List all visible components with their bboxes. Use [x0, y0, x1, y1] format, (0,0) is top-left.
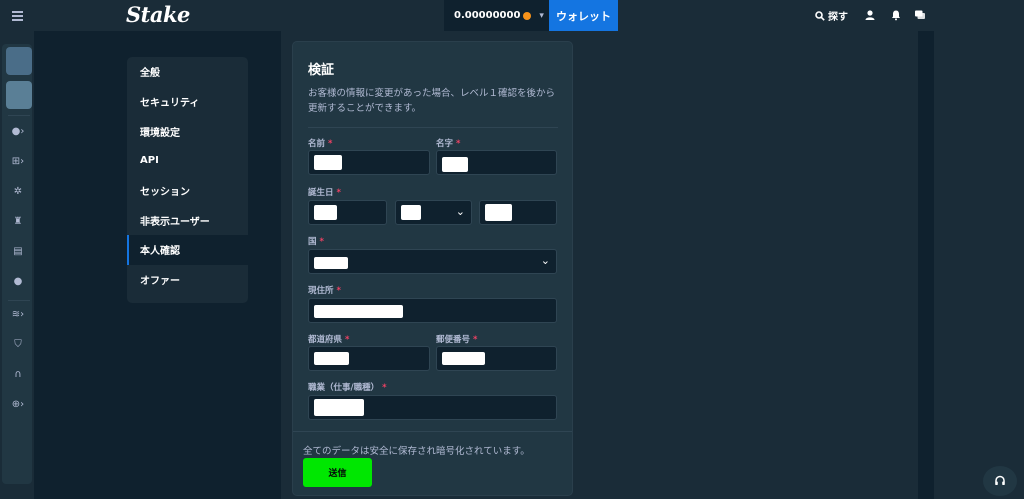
- first-name-field[interactable]: [308, 150, 430, 175]
- last-name-field[interactable]: [436, 150, 557, 175]
- last-name-label: 名字 *: [436, 139, 461, 149]
- shield-icon[interactable]: ⛉: [11, 337, 25, 351]
- chevron-down-icon: ⌄: [540, 254, 550, 267]
- page-gutter: [264, 31, 281, 499]
- redacted-value: [442, 352, 485, 365]
- user-icon[interactable]: [864, 9, 876, 21]
- settings-menu-item-ignored-users[interactable]: 非表示ユーザー: [127, 205, 248, 235]
- forum-icon[interactable]: ●: [11, 274, 25, 288]
- card-description: お客様の情報に変更があった場合、レベル１確認を後から更新することができます。: [308, 88, 556, 114]
- occupation-label: 職業（仕事/職種） *: [308, 383, 387, 393]
- settings-menu-item-api[interactable]: API: [127, 146, 248, 176]
- trophy-icon[interactable]: ♜: [11, 214, 25, 228]
- settings-menu-item-sessions[interactable]: セッション: [127, 176, 248, 206]
- top-bar: Stake 0.00000000 ▾ ウォレット 探す: [0, 0, 1024, 31]
- chevron-down-icon: ▾: [539, 10, 544, 21]
- sponsorship-icon[interactable]: ≋›: [11, 307, 25, 321]
- verification-card: 検証 お客様の情報に変更があった場合、レベル１確認を後から更新することができます…: [292, 41, 573, 496]
- gift-icon[interactable]: ⊞›: [11, 154, 25, 168]
- submit-button[interactable]: 送信: [303, 458, 372, 487]
- wallet-button[interactable]: ウォレット: [549, 0, 618, 31]
- redacted-value: [314, 155, 342, 170]
- card-footer-divider: [293, 431, 572, 432]
- postal-code-label: 郵便番号 *: [436, 335, 478, 345]
- left-rail: ●› ⊞› ✲ ♜ ▤ ● ≋› ⛉ ∩ ⊕›: [0, 31, 34, 499]
- rail-strip: ●› ⊞› ✲ ♜ ▤ ● ≋› ⛉ ∩ ⊕›: [2, 44, 32, 484]
- prefecture-field[interactable]: [308, 346, 430, 371]
- redacted-value: [314, 352, 349, 365]
- bell-icon[interactable]: [890, 9, 902, 21]
- encryption-note: 全てのデータは安全に保存され暗号化されています。: [303, 446, 530, 457]
- search-icon: [815, 10, 825, 21]
- profile-icon[interactable]: ●›: [11, 124, 25, 138]
- settings-menu-item-general[interactable]: 全般: [127, 57, 248, 87]
- support-icon[interactable]: ∩: [11, 367, 25, 381]
- card-title: 検証: [308, 63, 335, 78]
- redacted-value: [485, 204, 512, 221]
- rail-divider: [8, 115, 30, 116]
- blog-icon[interactable]: ▤: [11, 244, 25, 258]
- redacted-value: [314, 205, 337, 220]
- settings-menu-item-security[interactable]: セキュリティ: [127, 87, 248, 117]
- address-field[interactable]: [308, 298, 557, 323]
- btc-coin-icon: [523, 11, 532, 20]
- page-right-gutter: [918, 31, 934, 499]
- birth-month-select[interactable]: ⌄: [395, 200, 472, 225]
- redacted-value: [442, 157, 468, 172]
- search-button[interactable]: 探す: [815, 8, 848, 23]
- live-support-button[interactable]: [983, 466, 1017, 496]
- birth-day-field[interactable]: [308, 200, 387, 225]
- rail-divider: [8, 300, 30, 301]
- birth-year-field[interactable]: [479, 200, 557, 225]
- casino-thumbnail[interactable]: [6, 47, 32, 75]
- card-divider: [308, 127, 558, 128]
- country-label: 国 *: [308, 237, 324, 247]
- redacted-value: [314, 305, 403, 318]
- stake-logo[interactable]: Stake: [126, 2, 190, 27]
- search-label: 探す: [828, 12, 848, 23]
- redacted-value: [401, 205, 421, 220]
- birthday-label: 誕生日 *: [308, 188, 341, 198]
- postal-code-field[interactable]: [436, 346, 557, 371]
- redacted-value: [314, 399, 364, 416]
- redacted-value: [314, 257, 348, 269]
- chat-icon[interactable]: [914, 9, 926, 21]
- balance-selector[interactable]: 0.00000000 ▾: [444, 0, 549, 31]
- menu-icon[interactable]: [0, 0, 34, 31]
- prefecture-label: 都道府県 *: [308, 335, 350, 345]
- balance-amount: 0.00000000: [454, 10, 521, 21]
- page-right-area: [934, 31, 1024, 499]
- first-name-label: 名前 *: [308, 139, 333, 149]
- settings-menu-item-preferences[interactable]: 環境設定: [127, 116, 248, 146]
- occupation-field[interactable]: [308, 395, 557, 420]
- settings-menu-item-verification[interactable]: 本人確認: [127, 235, 248, 265]
- settings-menu-item-offers[interactable]: オファー: [127, 265, 248, 295]
- country-select[interactable]: ⌄: [308, 249, 557, 274]
- sports-thumbnail[interactable]: [6, 81, 32, 109]
- affiliate-icon[interactable]: ✲: [11, 184, 25, 198]
- headset-icon: [995, 475, 1005, 485]
- settings-menu: 全般 セキュリティ 環境設定 API セッション 非表示ユーザー 本人確認 オフ…: [127, 57, 248, 303]
- chevron-down-icon: ⌄: [455, 205, 465, 218]
- address-label: 現住所 *: [308, 286, 341, 296]
- language-icon[interactable]: ⊕›: [11, 397, 25, 411]
